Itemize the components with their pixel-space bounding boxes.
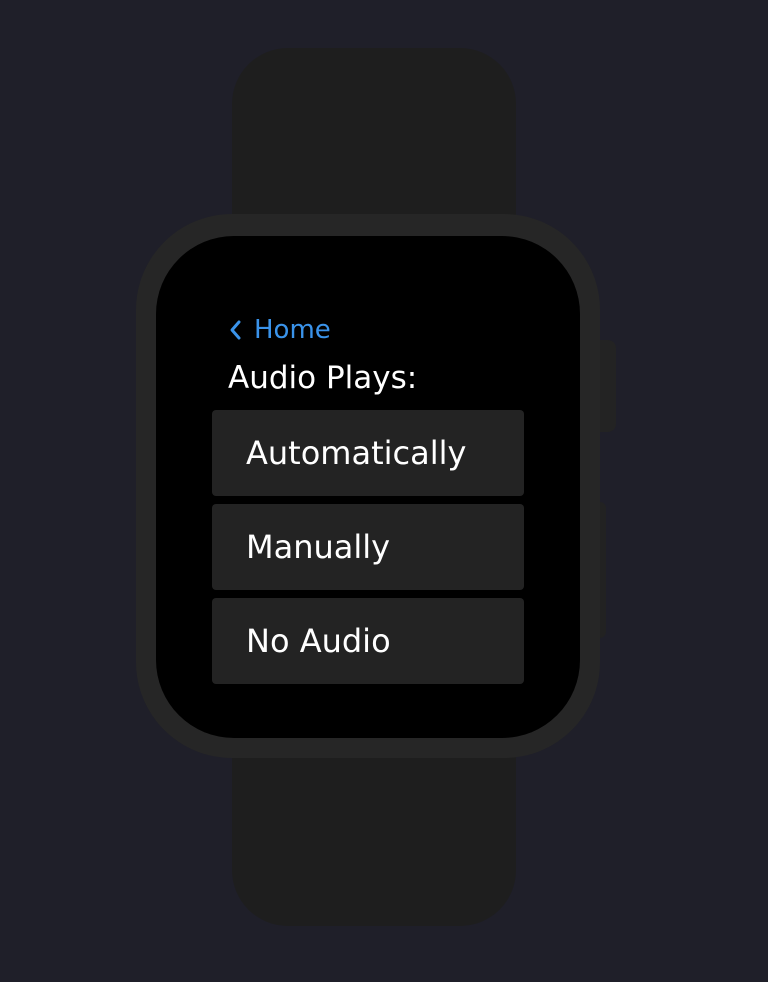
option-label: No Audio bbox=[246, 622, 391, 660]
option-label: Manually bbox=[246, 528, 391, 566]
back-link[interactable]: Home bbox=[228, 308, 524, 352]
back-link-label: Home bbox=[254, 315, 331, 345]
screen-content: Home Audio Plays: Automatically Manually… bbox=[212, 292, 524, 684]
watch-screen: Home Audio Plays: Automatically Manually… bbox=[156, 236, 580, 738]
section-title: Audio Plays: bbox=[228, 360, 418, 396]
option-label: Automatically bbox=[246, 434, 467, 472]
option-manually[interactable]: Manually bbox=[212, 504, 524, 590]
option-automatically[interactable]: Automatically bbox=[212, 410, 524, 496]
chevron-left-icon bbox=[228, 318, 244, 342]
option-no-audio[interactable]: No Audio bbox=[212, 598, 524, 684]
